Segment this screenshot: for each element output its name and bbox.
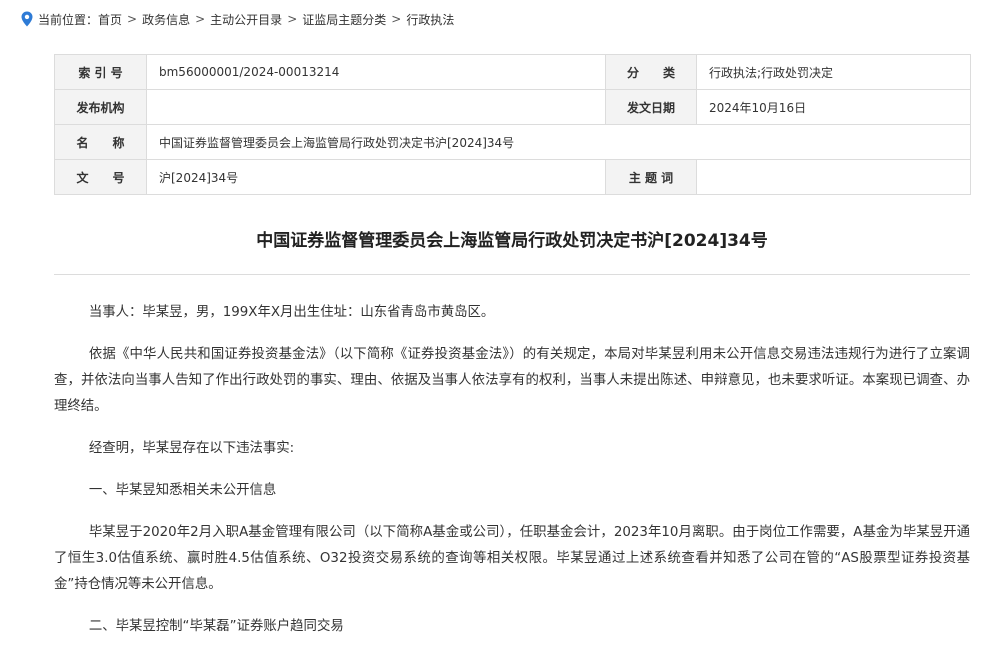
docno-value: 沪[2024]34号 [147,160,606,195]
table-row: 发布机构 发文日期 2024年10月16日 [55,90,971,125]
breadcrumb-separator: > [287,12,297,26]
date-label: 发文日期 [606,90,697,125]
breadcrumb-prefix: 当前位置： [38,11,98,28]
issuer-label: 发布机构 [55,90,147,125]
document-title: 中国证券监督管理委员会上海监管局行政处罚决定书沪[2024]34号 [54,226,970,251]
breadcrumb-separator: > [195,12,205,26]
breadcrumb-topic-category[interactable]: 证监局主题分类 [302,11,386,28]
table-row: 索 引 号 bm56000001/2024-00013214 分 类 行政执法;… [55,55,971,90]
name-label: 名 称 [55,125,147,160]
breadcrumb-separator: > [391,12,401,26]
index-label: 索 引 号 [55,55,147,90]
docno-label: 文 号 [55,160,147,195]
subject-label: 主 题 词 [606,160,697,195]
name-value: 中国证券监督管理委员会上海监管局行政处罚决定书沪[2024]34号 [147,125,971,160]
document-meta-table: 索 引 号 bm56000001/2024-00013214 分 类 行政执法;… [54,54,971,195]
breadcrumb-enforcement[interactable]: 行政执法 [406,11,454,28]
table-row: 名 称 中国证券监督管理委员会上海监管局行政处罚决定书沪[2024]34号 [55,125,971,160]
title-divider [54,274,970,275]
paragraph-section-2-heading: 二、毕某昱控制“毕某磊”证券账户趋同交易 [54,614,970,640]
breadcrumb-home[interactable]: 首页 [98,11,122,28]
paragraph-findings-intro: 经查明，毕某昱存在以下违法事实: [54,436,970,462]
paragraph-section-1-body: 毕某昱于2020年2月入职A基金管理有限公司（以下简称A基金或公司），任职基金会… [54,520,970,598]
paragraph-basis: 依据《中华人民共和国证券投资基金法》（以下简称《证券投资基金法》）的有关规定，本… [54,342,970,420]
category-label: 分 类 [606,55,697,90]
breadcrumb-disclosure-catalog[interactable]: 主动公开目录 [210,11,282,28]
location-pin-icon [20,11,34,27]
breadcrumb: 当前位置： 首页 > 政务信息 > 主动公开目录 > 证监局主题分类 > 行政执… [20,9,454,29]
paragraph-section-1-heading: 一、毕某昱知悉相关未公开信息 [54,478,970,504]
index-value: bm56000001/2024-00013214 [147,55,606,90]
document-body: 当事人：毕某昱，男，199X年X月出生住址：山东省青岛市黄岛区。 依据《中华人民… [54,300,970,656]
breadcrumb-separator: > [127,12,137,26]
breadcrumb-gov-info[interactable]: 政务信息 [142,11,190,28]
issuer-value [147,90,606,125]
date-value: 2024年10月16日 [697,90,971,125]
subject-value [697,160,971,195]
category-value: 行政执法;行政处罚决定 [697,55,971,90]
paragraph-party: 当事人：毕某昱，男，199X年X月出生住址：山东省青岛市黄岛区。 [54,300,970,326]
table-row: 文 号 沪[2024]34号 主 题 词 [55,160,971,195]
